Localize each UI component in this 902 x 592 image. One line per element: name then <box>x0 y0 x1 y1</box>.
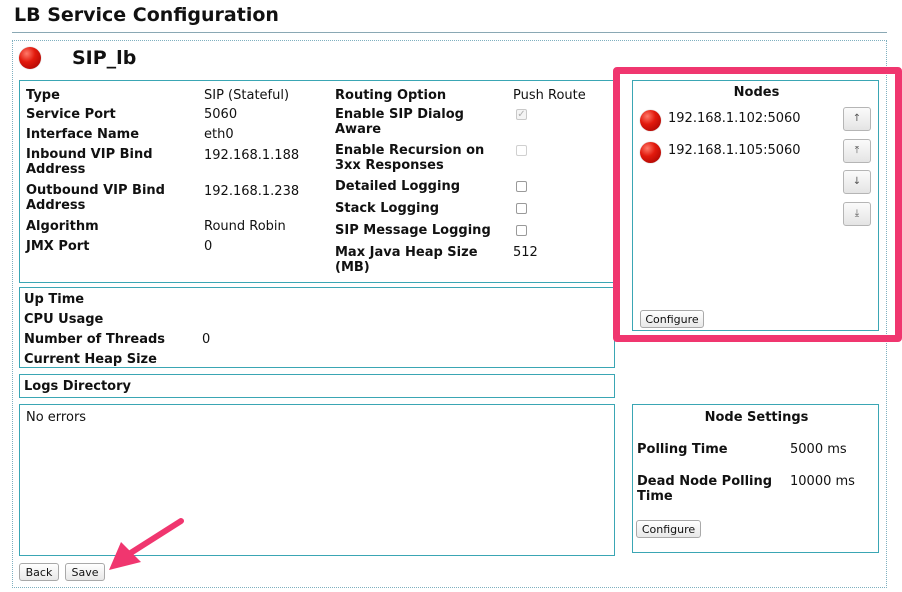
sip-message-logging-checkbox[interactable] <box>516 225 527 236</box>
recursion-3xx-checkbox[interactable] <box>516 145 527 156</box>
node-settings-panel: Node Settings Polling Time 5000 ms Dead … <box>632 404 879 553</box>
stats-panel: Up Time CPU Usage Number of Threads 0 Cu… <box>19 287 615 368</box>
cpu-usage-label: CPU Usage <box>24 312 104 327</box>
logs-directory-label: Logs Directory <box>24 379 131 394</box>
threads-value: 0 <box>202 332 211 347</box>
inbound-vip-label: Inbound VIP Bind Address <box>26 147 153 177</box>
outbound-vip-value: 192.168.1.238 <box>204 184 300 199</box>
back-button[interactable]: Back <box>19 563 59 581</box>
detailed-logging-checkbox[interactable] <box>516 181 527 192</box>
stack-logging-checkbox[interactable] <box>516 203 527 214</box>
node-settings-configure-button[interactable]: Configure <box>636 520 701 538</box>
page-title: LB Service Configuration <box>14 4 279 26</box>
stack-logging-label: Stack Logging <box>335 201 440 216</box>
sip-message-logging-label: SIP Message Logging <box>335 223 491 238</box>
dead-node-polling-value: 10000 ms <box>790 474 855 489</box>
service-port-value: 5060 <box>204 107 238 122</box>
threads-label: Number of Threads <box>24 332 166 347</box>
jmx-port-label: JMX Port <box>26 239 90 254</box>
jmx-port-value: 0 <box>204 239 213 254</box>
service-port-label: Service Port <box>26 107 116 122</box>
polling-time-value: 5000 ms <box>790 442 847 457</box>
heap-label: Current Heap Size <box>24 352 157 367</box>
interface-name-value: eth0 <box>204 127 234 142</box>
sip-dialog-aware-label: Enable SIP Dialog Aware <box>335 107 464 137</box>
title-divider <box>12 32 887 33</box>
max-heap-value: 512 <box>513 245 538 260</box>
type-value: SIP (Stateful) <box>204 88 290 103</box>
outbound-vip-label: Outbound VIP Bind Address <box>26 183 165 213</box>
detailed-logging-label: Detailed Logging <box>335 179 460 194</box>
type-label: Type <box>26 88 60 103</box>
interface-name-label: Interface Name <box>26 127 140 142</box>
service-properties-panel: Type Service Port Interface Name Inbound… <box>19 80 615 283</box>
errors-text: No errors <box>26 410 87 425</box>
service-status-icon <box>19 47 41 69</box>
dead-node-polling-label: Dead Node Polling Time <box>637 474 773 504</box>
node-settings-title: Node Settings <box>704 410 809 425</box>
algorithm-value: Round Robin <box>204 219 286 234</box>
highlight-box <box>613 67 902 342</box>
logs-directory-panel: Logs Directory <box>19 374 615 398</box>
annotation-arrow <box>109 518 184 570</box>
service-name: SIP_lb <box>72 47 137 69</box>
sip-dialog-aware-checkbox[interactable] <box>516 109 527 120</box>
routing-option-label: Routing Option <box>335 88 447 103</box>
max-heap-label: Max Java Heap Size (MB) <box>335 245 478 275</box>
recursion-3xx-label: Enable Recursion on 3xx Responses <box>335 143 485 173</box>
routing-option-value: Push Route <box>513 88 586 103</box>
algorithm-label: Algorithm <box>26 219 99 234</box>
polling-time-label: Polling Time <box>637 442 728 457</box>
up-time-label: Up Time <box>24 292 85 307</box>
inbound-vip-value: 192.168.1.188 <box>204 148 300 163</box>
